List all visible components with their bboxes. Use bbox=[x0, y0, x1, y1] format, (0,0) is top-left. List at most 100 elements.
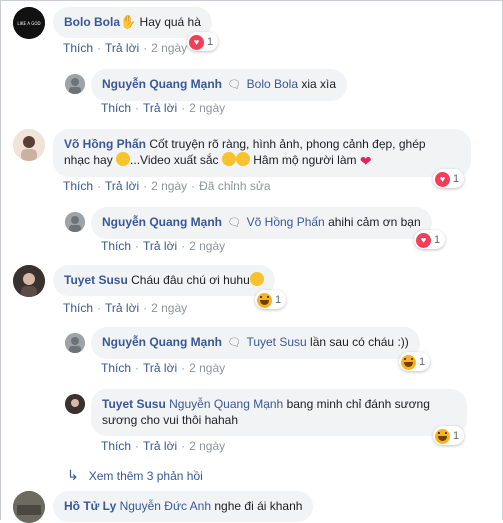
like-button[interactable]: Thích bbox=[63, 41, 93, 55]
comment-bubble: Bolo Bola✋ Hay quá hà bbox=[53, 7, 212, 38]
tagged-user[interactable]: Tuyet Susu bbox=[246, 335, 306, 349]
sad-emoji-icon bbox=[249, 272, 264, 286]
timestamp[interactable]: 2 ngày bbox=[189, 439, 225, 453]
reply-button[interactable]: Trả lời bbox=[105, 301, 139, 315]
comment-text-line-1: bang minh chỉ đánh sương bbox=[286, 397, 430, 411]
comment-actions: Thích · Trả lời · 2 ngày bbox=[101, 239, 226, 253]
reaction-count[interactable]: ♥ 1 bbox=[187, 32, 219, 51]
reply-bubble: Nguyễn Quang Mạnh 🗨 Bolo Bola xia xìa bbox=[91, 69, 348, 101]
avatar[interactable] bbox=[65, 333, 85, 353]
reaction-count[interactable]: ♥ 1 bbox=[414, 230, 446, 249]
reply-to-icon: 🗨 bbox=[227, 79, 242, 91]
like-button[interactable]: Thích bbox=[101, 239, 131, 253]
clap-emoji-icon bbox=[221, 152, 236, 166]
comment-author[interactable]: Bolo Bola bbox=[64, 15, 120, 29]
comment-text-part: nhạc hay bbox=[64, 153, 117, 167]
comment-author[interactable]: Nguyễn Quang Mạnh bbox=[102, 77, 222, 91]
tagged-user[interactable]: Nguyễn Đức Anh bbox=[120, 499, 211, 513]
heart-emoji-icon: ❤ bbox=[359, 153, 372, 169]
avatar[interactable] bbox=[65, 212, 85, 232]
view-more-replies[interactable]: ↳ Xem thêm 3 phản hồi bbox=[67, 467, 203, 484]
love-reaction-icon: ♥ bbox=[189, 34, 204, 50]
reply-button[interactable]: Trả lời bbox=[143, 239, 177, 253]
tagged-user[interactable]: Bolo Bola bbox=[247, 77, 298, 91]
comment-actions: Thích · Trả lời · 2 ngày bbox=[101, 439, 226, 453]
smile-emoji-icon bbox=[116, 152, 131, 166]
timestamp[interactable]: 2 ngày bbox=[151, 179, 187, 193]
like-button[interactable]: Thích bbox=[101, 361, 131, 375]
haha-reaction-icon bbox=[401, 354, 416, 370]
reply-button[interactable]: Trả lời bbox=[143, 439, 177, 453]
love-reaction-icon: ♥ bbox=[416, 232, 431, 248]
comment-text: Cháu đâu chú ơi huhu bbox=[131, 273, 250, 287]
avatar[interactable] bbox=[65, 74, 85, 94]
reaction-number: 1 bbox=[453, 173, 460, 185]
comment-actions: Thích · Trả lời · 2 ngày bbox=[63, 41, 188, 55]
comment-author[interactable]: Hồ Tử Ly bbox=[64, 499, 116, 513]
reaction-number: 1 bbox=[207, 36, 214, 48]
like-button[interactable]: Thích bbox=[63, 301, 93, 315]
comment-text: ahihi cảm ơn bạn bbox=[328, 215, 421, 229]
reply-bubble: Nguyễn Quang Mạnh 🗨 Tuyet Susu lần sau c… bbox=[91, 327, 420, 359]
reaction-count[interactable]: ♥ 1 bbox=[433, 169, 465, 188]
comment-text: xia xìa bbox=[301, 77, 337, 91]
reply-arrow-icon: ↳ bbox=[67, 467, 79, 483]
timestamp[interactable]: 2 ngày bbox=[189, 361, 225, 375]
like-button[interactable]: Thích bbox=[101, 101, 131, 115]
clap-emoji-icon bbox=[235, 152, 250, 166]
reaction-count[interactable]: 1 bbox=[399, 352, 431, 371]
tagged-user[interactable]: Nguyễn Quang Mạnh bbox=[169, 397, 283, 411]
comment-actions: Thích · Trả lời · 2 ngày · Đã chỉnh sửa bbox=[63, 179, 271, 193]
reaction-count[interactable]: 1 bbox=[255, 290, 287, 309]
reply-to-icon: 🗨 bbox=[227, 337, 242, 349]
comment-actions: Thích · Trả lời · 2 ngày bbox=[101, 361, 226, 375]
reply-button[interactable]: Trả lời bbox=[143, 101, 177, 115]
reply-bubble: Tuyet Susu Nguyễn Quang Mạnh bang minh c… bbox=[91, 389, 467, 436]
avatar[interactable] bbox=[65, 394, 85, 414]
comment-text-line-1: Cốt truyện rõ ràng, hình ảnh, phong cảnh… bbox=[149, 137, 426, 151]
view-more-label[interactable]: Xem thêm 3 phản hồi bbox=[89, 469, 203, 483]
avatar[interactable] bbox=[13, 491, 45, 523]
edited-label[interactable]: Đã chỉnh sửa bbox=[199, 179, 270, 193]
haha-reaction-icon bbox=[435, 428, 450, 444]
reply-button[interactable]: Trả lời bbox=[105, 179, 139, 193]
reaction-number: 1 bbox=[453, 430, 460, 442]
comment-author[interactable]: Tuyet Susu bbox=[102, 397, 166, 411]
reply-to-icon: 🗨 bbox=[227, 217, 242, 229]
wave-hand-icon: ✋ bbox=[120, 14, 137, 29]
avatar[interactable]: LIKE A GOD bbox=[13, 7, 45, 39]
tagged-user[interactable]: Võ Hồng Phấn bbox=[247, 215, 325, 229]
comment-author[interactable]: Tuyet Susu bbox=[64, 273, 128, 287]
reply-button[interactable]: Trả lời bbox=[105, 41, 139, 55]
comment-bubble: Võ Hồng Phấn Cốt truyện rõ ràng, hình ản… bbox=[53, 129, 471, 177]
timestamp[interactable]: 2 ngày bbox=[151, 41, 187, 55]
reaction-count[interactable]: 1 bbox=[433, 426, 465, 445]
comment-author[interactable]: Nguyễn Quang Mạnh bbox=[102, 215, 222, 229]
timestamp[interactable]: 2 ngày bbox=[189, 239, 225, 253]
comment-text: lần sau có cháu :)) bbox=[310, 335, 409, 349]
avatar[interactable] bbox=[13, 129, 45, 161]
reply-button[interactable]: Trả lời bbox=[143, 361, 177, 375]
timestamp[interactable]: 2 ngày bbox=[151, 301, 187, 315]
comment-text-part: ...Video xuất sắc bbox=[130, 153, 222, 167]
comment-text: Hay quá hà bbox=[139, 15, 201, 29]
love-reaction-icon: ♥ bbox=[435, 171, 450, 187]
timestamp[interactable]: 2 ngày bbox=[189, 101, 225, 115]
comment-thread: LIKE A GOD Bolo Bola✋ Hay quá hà Thích · T… bbox=[0, 0, 503, 523]
reaction-number: 1 bbox=[275, 294, 282, 306]
comment-author[interactable]: Nguyễn Quang Mạnh bbox=[102, 335, 222, 349]
haha-reaction-icon bbox=[257, 292, 272, 308]
comment-actions: Thích · Trả lời · 2 ngày bbox=[101, 101, 226, 115]
reaction-number: 1 bbox=[419, 356, 426, 368]
like-button[interactable]: Thích bbox=[101, 439, 131, 453]
comment-actions: Thích · Trả lời · 2 ngày bbox=[63, 301, 188, 315]
reply-bubble: Nguyễn Quang Mạnh 🗨 Võ Hồng Phấn ahihi c… bbox=[91, 207, 432, 239]
reaction-number: 1 bbox=[434, 234, 441, 246]
comment-author[interactable]: Võ Hồng Phấn bbox=[64, 137, 146, 151]
comment-text-line-2: sương cho vui thôi hahah bbox=[102, 413, 238, 427]
avatar[interactable] bbox=[13, 265, 45, 297]
comment-bubble: Tuyet Susu Cháu đâu chú ơi huhu bbox=[53, 265, 275, 296]
comment-bubble: Hồ Tử Ly Nguyễn Đức Anh nghe đi ái khanh bbox=[53, 491, 314, 522]
like-button[interactable]: Thích bbox=[63, 179, 93, 193]
svg-text:LIKE A GOD: LIKE A GOD bbox=[17, 21, 40, 26]
